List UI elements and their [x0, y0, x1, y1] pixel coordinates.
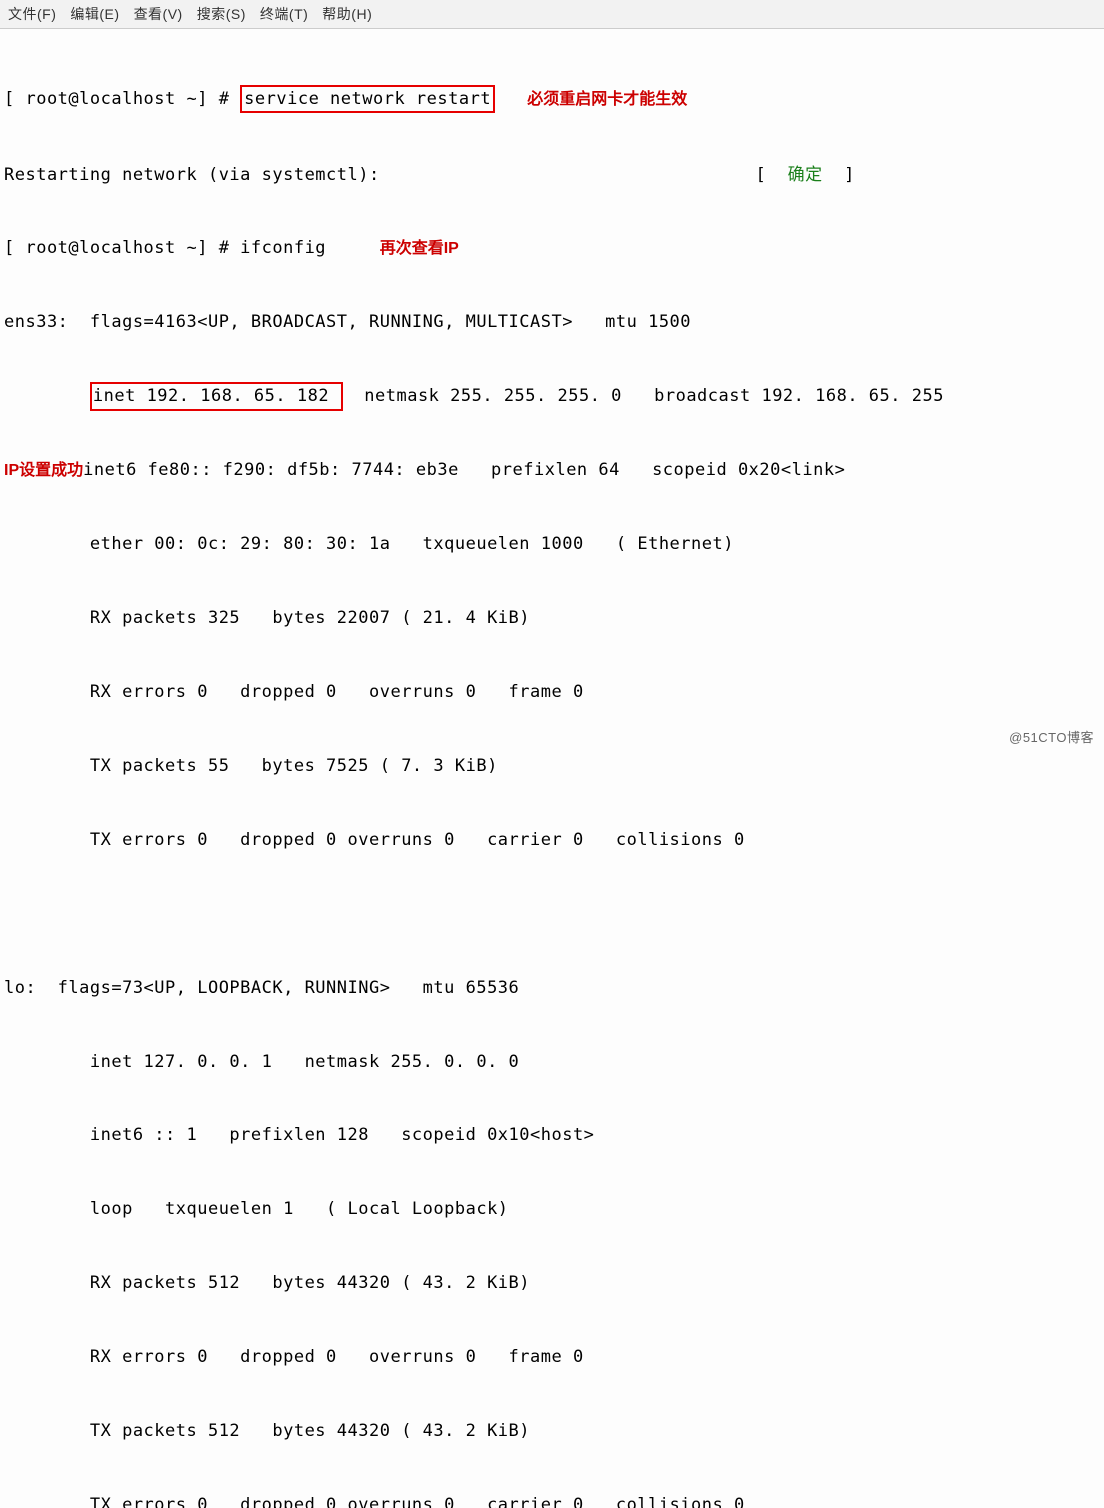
line-ens33-txp: TX packets 55 bytes 7525 ( 7. 3 KiB) [4, 754, 1100, 779]
line-lo-rxp: RX packets 512 bytes 44320 ( 43. 2 KiB) [4, 1271, 1100, 1296]
terminal-output[interactable]: [ root@localhost ~] # service network re… [0, 29, 1104, 1508]
line-lo-loop: loop txqueuelen 1 ( Local Loopback) [4, 1197, 1100, 1222]
menu-file[interactable]: 文件(F) [8, 4, 56, 24]
line-ens33-ether: ether 00: 0c: 29: 80: 30: 1a txqueuelen … [4, 532, 1100, 557]
line-lo-txe: TX errors 0 dropped 0 overruns 0 carrier… [4, 1493, 1100, 1508]
line-lo-txp: TX packets 512 bytes 44320 ( 43. 2 KiB) [4, 1419, 1100, 1444]
menubar: 文件(F) 编辑(E) 查看(V) 搜索(S) 终端(T) 帮助(H) [0, 0, 1104, 29]
line-ens33-inet: inet 192. 168. 65. 182 netmask 255. 255.… [4, 384, 1100, 409]
line-ens33-rxp: RX packets 325 bytes 22007 ( 21. 4 KiB) [4, 606, 1100, 631]
watermark: @51CTO博客 [1009, 729, 1094, 748]
line-ens33-txe: TX errors 0 dropped 0 overruns 0 carrier… [4, 828, 1100, 853]
menu-search[interactable]: 搜索(S) [197, 4, 246, 24]
line-cmd1: [ root@localhost ~] # service network re… [4, 85, 1100, 114]
line-restart: Restarting network (via systemctl): [ 确定… [4, 163, 1100, 188]
menu-terminal[interactable]: 终端(T) [260, 4, 308, 24]
status-ok: 确定 [788, 165, 823, 185]
line-ens33-hdr: ens33: flags=4163<UP, BROADCAST, RUNNING… [4, 310, 1100, 335]
menu-edit[interactable]: 编辑(E) [70, 4, 119, 24]
menu-help[interactable]: 帮助(H) [322, 4, 372, 24]
blank-line [4, 902, 1100, 927]
line-lo-inet6: inet6 :: 1 prefixlen 128 scopeid 0x10<ho… [4, 1123, 1100, 1148]
annotation-ip-success: IP设置成功 [4, 462, 83, 479]
annotation-check-ip: 再次查看IP [380, 240, 459, 257]
annotation-restart-needed: 必须重启网卡才能生效 [527, 91, 687, 108]
line-lo-inet: inet 127. 0. 0. 1 netmask 255. 0. 0. 0 [4, 1050, 1100, 1075]
line-lo-hdr: lo: flags=73<UP, LOOPBACK, RUNNING> mtu … [4, 976, 1100, 1001]
menu-view[interactable]: 查看(V) [134, 4, 183, 24]
highlight-inet-addr: inet 192. 168. 65. 182 [90, 382, 343, 411]
highlight-service-restart: service network restart [240, 85, 495, 114]
line-lo-rxe: RX errors 0 dropped 0 overruns 0 frame 0 [4, 1345, 1100, 1370]
line-ens33-inet6: IP设置成功inet6 fe80:: f290: df5b: 7744: eb3… [4, 458, 1100, 483]
line-cmd2: [ root@localhost ~] # ifconfig 再次查看IP [4, 236, 1100, 261]
line-ens33-rxe: RX errors 0 dropped 0 overruns 0 frame 0 [4, 680, 1100, 705]
